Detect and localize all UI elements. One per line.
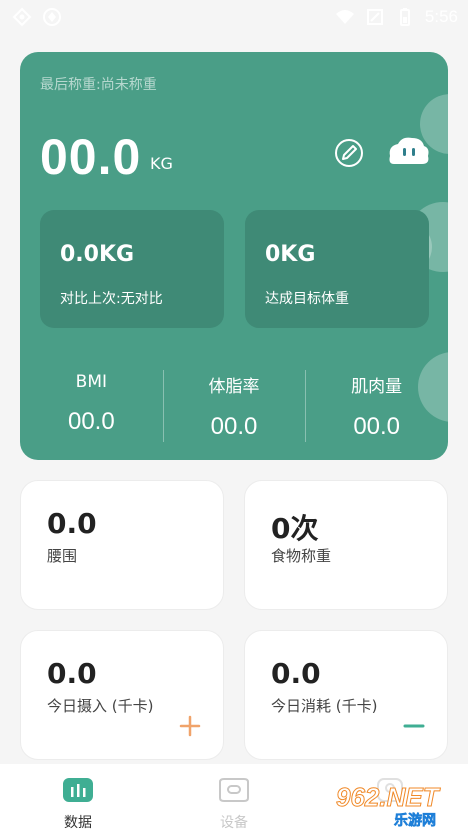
card-label: 腰围 (47, 547, 78, 565)
tab-label: 数据 (64, 815, 92, 831)
metric-label: 肌肉量 (351, 377, 403, 397)
last-weigh-label: 最后称重:尚未称重 (40, 77, 157, 93)
intake-card[interactable]: 0.0 今日摄入 (千卡) (20, 630, 224, 760)
body-metrics: BMI 00.0 体脂率 00.0 肌肉量 00.0 (20, 370, 448, 442)
watermark-text: 962.NET (336, 782, 440, 813)
target-value: 0KG (265, 242, 316, 267)
food-weigh-card[interactable]: 0次 食物称重 (244, 480, 448, 610)
tab-data[interactable]: 数据 (28, 776, 128, 832)
battery-icon (399, 8, 410, 26)
watermark-logo: 962.NET 乐游网 (330, 780, 462, 830)
compare-last-box: 0.0KG 对比上次:无对比 (40, 210, 224, 328)
metric-value: 00.0 (353, 413, 401, 440)
metric-label: BMI (75, 372, 107, 392)
wifi-icon (335, 10, 354, 24)
plus-icon[interactable] (179, 715, 201, 737)
app-notification-icon (12, 7, 32, 27)
weight-value: 00.0 (40, 129, 142, 185)
metric-body-fat: 体脂率 00.0 (162, 370, 306, 442)
card-label: 今日摄入 (千卡) (47, 697, 154, 715)
edit-icon[interactable] (334, 138, 364, 168)
target-label: 达成目标体重 (265, 291, 349, 307)
compare-label: 对比上次:无对比 (60, 291, 163, 307)
compare-value: 0.0KG (60, 242, 135, 267)
minus-icon[interactable] (403, 715, 425, 737)
tab-device[interactable]: 设备 (184, 776, 284, 832)
burn-card[interactable]: 0.0 今日消耗 (千卡) (244, 630, 448, 760)
device-icon (219, 778, 249, 802)
signal-icon (366, 9, 383, 25)
metric-label: 体脂率 (208, 377, 260, 397)
status-bar: 5:56 (0, 0, 468, 34)
app-notification-icon (43, 8, 61, 26)
metric-muscle: 肌肉量 00.0 (305, 370, 448, 442)
watermark-subtext: 乐游网 (394, 813, 437, 830)
weight-summary-card: 最后称重:尚未称重 00.0 KG 0.0KG 对比上次:无对比 0KG 达成目… (20, 52, 448, 460)
waist-card[interactable]: 0.0 腰围 (20, 480, 224, 610)
weight-unit: KG (150, 154, 173, 173)
tab-label: 设备 (220, 815, 248, 831)
chart-icon (63, 778, 93, 802)
card-value: 0.0 (271, 657, 321, 690)
card-label: 今日消耗 (千卡) (271, 697, 378, 715)
card-value: 0.0 (47, 657, 97, 690)
card-value: 0.0 (47, 507, 97, 540)
target-weight-box: 0KG 达成目标体重 (245, 210, 429, 328)
card-value: 0次 (271, 512, 319, 545)
metric-bmi: BMI 00.0 (20, 370, 163, 440)
clock: 5:56 (424, 7, 458, 26)
mascot-icon[interactable] (388, 134, 430, 170)
card-label: 食物称重 (271, 547, 332, 565)
metric-value: 00.0 (67, 408, 115, 435)
metric-value: 00.0 (210, 413, 258, 440)
